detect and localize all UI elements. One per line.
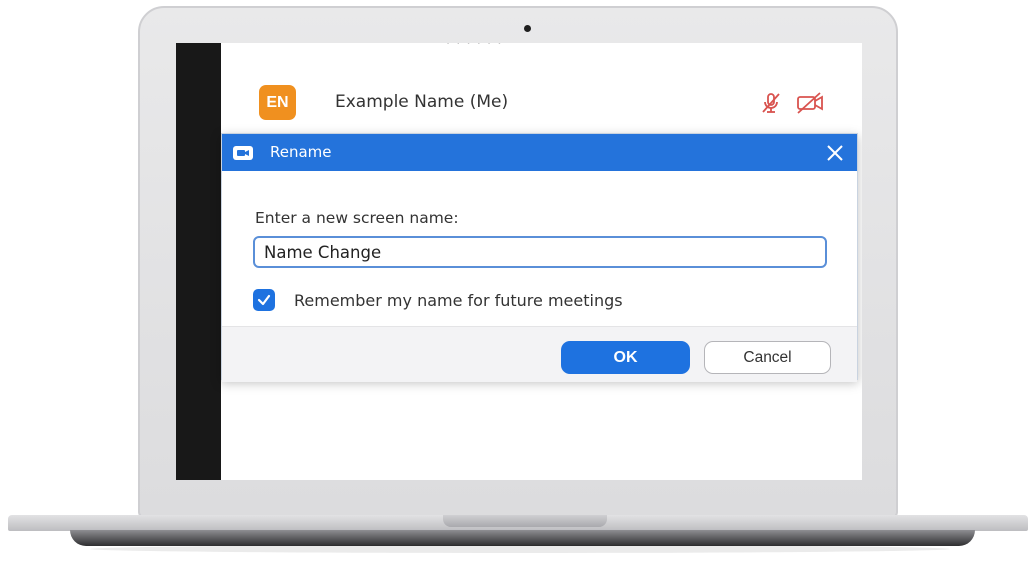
- dialog-titlebar: Rename: [222, 134, 857, 171]
- close-button[interactable]: [821, 139, 849, 167]
- rename-dialog: Rename Enter a new screen name: Remember…: [221, 133, 858, 382]
- webcam: [524, 25, 531, 32]
- laptop-base-bottom: [70, 530, 975, 546]
- zoom-app-icon: [233, 146, 253, 160]
- laptop-hinge-notch: [443, 515, 607, 527]
- cancel-button[interactable]: Cancel: [704, 341, 831, 374]
- close-icon: [827, 145, 843, 161]
- dialog-title: Rename: [270, 143, 332, 161]
- remember-name-option[interactable]: Remember my name for future meetings: [253, 288, 623, 312]
- screen-name-input[interactable]: [253, 236, 827, 268]
- remember-name-label: Remember my name for future meetings: [294, 290, 623, 310]
- laptop-shadow: [90, 545, 950, 553]
- screen-name-prompt: Enter a new screen name:: [255, 209, 459, 227]
- laptop-illustration: · · · · · · EN Example Name (Me) Rename …: [0, 0, 1034, 561]
- video-off-icon[interactable]: [795, 91, 825, 115]
- screen-left-panel: [176, 43, 221, 480]
- screen-header-text: · · · · · ·: [446, 43, 503, 52]
- dialog-footer: OK Cancel: [222, 326, 857, 382]
- remember-name-checkbox[interactable]: [253, 289, 275, 311]
- ok-button[interactable]: OK: [561, 341, 690, 374]
- participant-name: Example Name (Me): [335, 92, 509, 112]
- participant-row[interactable]: EN Example Name (Me): [259, 85, 845, 121]
- laptop-screen: · · · · · · EN Example Name (Me) Rename …: [176, 43, 862, 480]
- mic-muted-icon[interactable]: [759, 91, 783, 115]
- checkmark-icon: [257, 294, 271, 306]
- avatar: EN: [259, 85, 296, 120]
